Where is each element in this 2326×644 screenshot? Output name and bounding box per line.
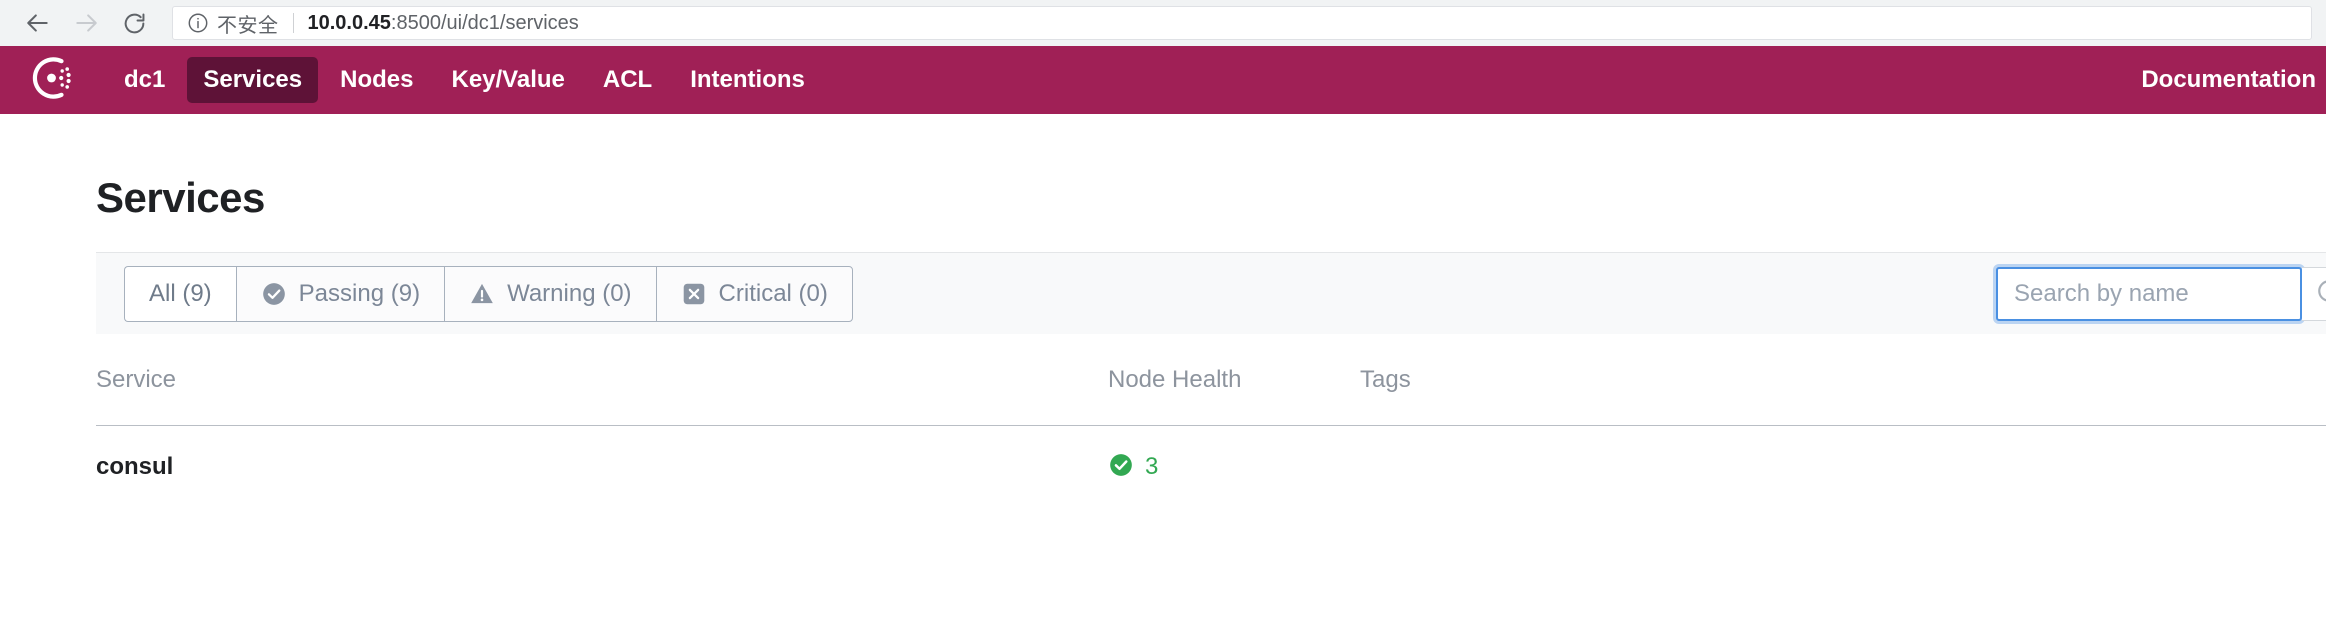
omnibox-divider [292,13,294,33]
info-circle-icon[interactable] [187,12,209,34]
filter-passing-label: Passing (9) [298,279,421,307]
page-content: Services All (9) Passing (9) Warning (0)… [0,174,2326,508]
consul-main-nav: dc1 Services Nodes Key/Value ACL Intenti… [0,46,2326,114]
nav-item-acl[interactable]: ACL [587,57,668,103]
health-filter-group: All (9) Passing (9) Warning (0) Critical… [124,265,853,322]
back-arrow-icon [25,10,51,36]
reload-button[interactable] [110,5,158,41]
check-circle-icon [1108,452,1134,483]
nav-item-documentation[interactable]: Documentation [2125,57,2326,103]
warning-triangle-icon [469,281,495,307]
back-button[interactable] [14,5,62,41]
x-square-icon [681,281,707,307]
browser-chrome: 不安全 10.0.0.45:8500/ui/dc1/services [0,0,2326,46]
health-count-label: 3 [1145,453,1159,480]
filter-critical-button[interactable]: Critical (0) [655,265,853,322]
url-host: 10.0.0.45 [307,11,391,34]
forward-button [62,5,110,41]
filter-passing-button[interactable]: Passing (9) [235,265,445,322]
cell-node-health: 3 [1108,452,1360,483]
filter-critical-label: Critical (0) [718,279,828,307]
nav-item-dc1[interactable]: dc1 [108,57,181,103]
health-status-badge: 3 [1108,452,1360,483]
table-row[interactable]: consul 3 [96,426,2326,508]
column-header-service: Service [96,365,177,393]
filter-warning-label: Warning (0) [507,279,632,307]
page-title: Services [96,174,265,221]
url-text: 10.0.0.45:8500/ui/dc1/services [308,12,579,35]
services-table: Service Node Health Tags consul 3 [96,334,2326,508]
consul-logo-link[interactable] [26,53,80,107]
column-header-node-health: Node Health [1108,365,1242,393]
table-header-row: Service Node Health Tags [96,334,2326,426]
reload-icon [122,11,147,36]
column-header-tags: Tags [1360,365,1411,393]
nav-right-group: Documentation [2125,46,2326,114]
nav-links: dc1 Services Nodes Key/Value ACL Intenti… [108,57,827,103]
filter-all-label: All (9) [149,279,212,307]
nav-item-services[interactable]: Services [187,57,319,103]
filter-warning-button[interactable]: Warning (0) [444,265,656,322]
nav-item-key-value[interactable]: Key/Value [435,57,580,103]
search-area [1996,266,2326,321]
sort-circle-icon [2316,278,2326,309]
cell-service-name: consul [96,453,1108,481]
filter-toolbar: All (9) Passing (9) Warning (0) Critical… [96,252,2326,334]
check-circle-icon [261,281,287,307]
security-status-label: 不安全 [217,14,279,37]
consul-logo-icon [29,54,77,107]
service-name-link[interactable]: consul [96,453,173,480]
forward-arrow-icon [73,10,99,36]
address-bar[interactable]: 不安全 10.0.0.45:8500/ui/dc1/services [172,6,2312,40]
url-path: :8500/ui/dc1/services [390,11,579,34]
search-input[interactable] [1996,266,2302,321]
nav-item-nodes[interactable]: Nodes [324,57,429,103]
filter-all-button[interactable]: All (9) [124,265,236,322]
nav-item-intentions[interactable]: Intentions [674,57,821,103]
sort-dropdown[interactable] [2302,266,2326,321]
